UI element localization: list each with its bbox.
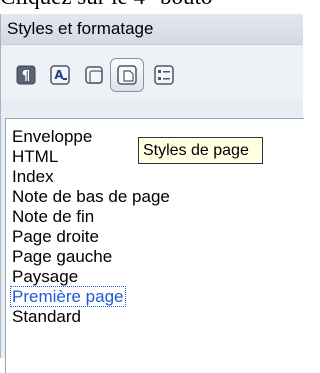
styles-formatting-panel: Styles et formatage ¶ A Enveloppe HTML I…	[0, 14, 304, 373]
page-styles-button[interactable]	[110, 58, 144, 92]
list-item-selected[interactable]: Première page	[6, 286, 126, 307]
svg-text:¶: ¶	[22, 69, 30, 84]
list-item[interactable]: Page gauche	[6, 247, 112, 267]
list-styles-icon	[154, 65, 174, 85]
style-category-toolbar: ¶ A	[1, 45, 303, 101]
list-item[interactable]: Page droite	[6, 227, 99, 247]
character-styles-icon: A	[50, 65, 70, 85]
list-item[interactable]: Enveloppe	[6, 127, 92, 147]
list-item[interactable]: Note de bas de page	[6, 187, 170, 207]
paragraph-styles-button[interactable]: ¶	[13, 62, 39, 88]
panel-titlebar: Styles et formatage	[1, 14, 303, 45]
page-styles-tooltip: Styles de page	[138, 137, 263, 164]
character-styles-button[interactable]: A	[47, 62, 73, 88]
svg-text:A: A	[54, 68, 64, 82]
list-item[interactable]: Note de fin	[6, 207, 94, 227]
list-item[interactable]: Index	[6, 167, 54, 187]
list-styles-button[interactable]	[151, 62, 177, 88]
list-item[interactable]: HTML	[6, 147, 58, 167]
panel-title: Styles et formatage	[7, 19, 154, 38]
instruction-caption: Cliquez sur le 4° bouto	[0, 0, 302, 9]
paragraph-styles-icon: ¶	[16, 65, 36, 85]
page-styles-icon	[117, 65, 137, 85]
frame-styles-button[interactable]	[81, 62, 107, 88]
list-item[interactable]: Paysage	[6, 267, 78, 287]
list-item[interactable]: Standard	[6, 307, 81, 327]
frame-styles-icon	[85, 66, 103, 84]
